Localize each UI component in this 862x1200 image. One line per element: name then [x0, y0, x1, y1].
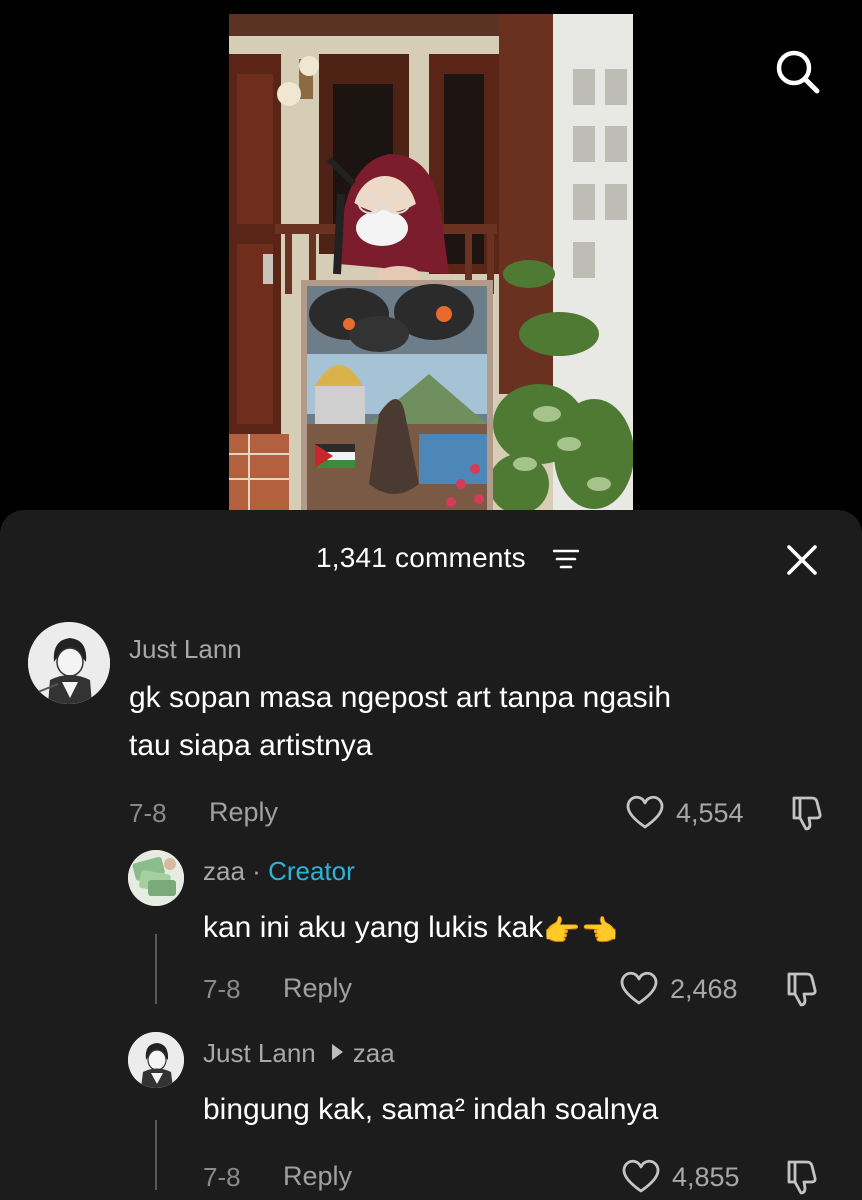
like-count: 4,554 [676, 798, 744, 828]
comment-item: Just Lann gk sopan masa ngepost art tanp… [0, 618, 862, 838]
separator-dot: · [252, 856, 261, 886]
close-button[interactable] [782, 540, 822, 580]
dislike-icon[interactable] [781, 1156, 821, 1196]
avatar[interactable] [128, 850, 184, 906]
comment-username[interactable]: Just Lann [129, 634, 242, 665]
avatar-image [128, 1032, 184, 1088]
dislike-icon[interactable] [781, 968, 821, 1008]
comment-text: bingung kak, sama² indah soalnya [203, 1086, 658, 1134]
pointing-fingers-emoji: 👉👈 [543, 915, 618, 948]
like-count: 2,468 [670, 974, 738, 1004]
avatar-image [128, 850, 184, 906]
avatar-image [28, 622, 110, 704]
thread-line [155, 1120, 157, 1190]
reply-button[interactable]: Reply [283, 1161, 352, 1192]
reply-button[interactable]: Reply [209, 797, 278, 828]
reply-to-username[interactable]: zaa [353, 1038, 395, 1068]
avatar[interactable] [128, 1032, 184, 1088]
close-icon [787, 545, 817, 575]
comments-header: 1,341 comments [0, 510, 862, 606]
heart-icon[interactable] [625, 794, 665, 830]
search-icon [776, 50, 820, 94]
comment-text-line: tau siapa artistnya [129, 729, 373, 762]
comment-text: gk sopan masa ngepost art tanpa ngasih t… [129, 674, 671, 770]
sort-button[interactable] [552, 548, 580, 570]
comment-username[interactable]: zaa [203, 856, 245, 886]
thread-line [155, 934, 157, 1004]
comment-text-line: gk sopan masa ngepost art tanpa ngasih [129, 681, 672, 714]
video-frame[interactable] [229, 14, 633, 514]
comment-username-line: zaa · Creator [203, 856, 355, 887]
sort-icon [552, 549, 580, 569]
heart-icon[interactable] [619, 970, 659, 1006]
comment-text-line: kan ini aku yang lukis kak [203, 911, 544, 944]
avatar[interactable] [28, 622, 110, 704]
comment-reply-item: zaa · Creator kan ini aku yang lukis kak… [0, 840, 862, 1020]
reply-button[interactable]: Reply [283, 973, 352, 1004]
dislike-icon[interactable] [786, 792, 826, 832]
like-count: 4,855 [672, 1162, 740, 1192]
comment-text-line: bingung kak, sama² indah soalnya [203, 1093, 659, 1126]
comments-sheet: 1,341 comments Just Lann gk sopan masa n… [0, 510, 862, 1200]
comment-count: 1,341 comments [316, 542, 526, 573]
comment-date: 7-8 [203, 974, 241, 1004]
heart-icon[interactable] [621, 1158, 661, 1194]
comment-date: 7-8 [203, 1162, 241, 1192]
creator-badge: Creator [268, 856, 355, 886]
video-thumbnail-image [229, 14, 633, 514]
comment-username-line: Just Lann zaa [203, 1038, 395, 1069]
comment-reply-item: Just Lann zaa bingung kak, sama² indah so… [0, 1022, 862, 1200]
comment-date: 7-8 [129, 798, 167, 828]
comment-text: kan ini aku yang lukis kak👉👈 [203, 904, 618, 956]
reply-arrow-icon [331, 1044, 343, 1060]
video-player[interactable] [0, 0, 862, 520]
search-button[interactable] [770, 44, 826, 100]
comment-username[interactable]: Just Lann [203, 1038, 316, 1068]
